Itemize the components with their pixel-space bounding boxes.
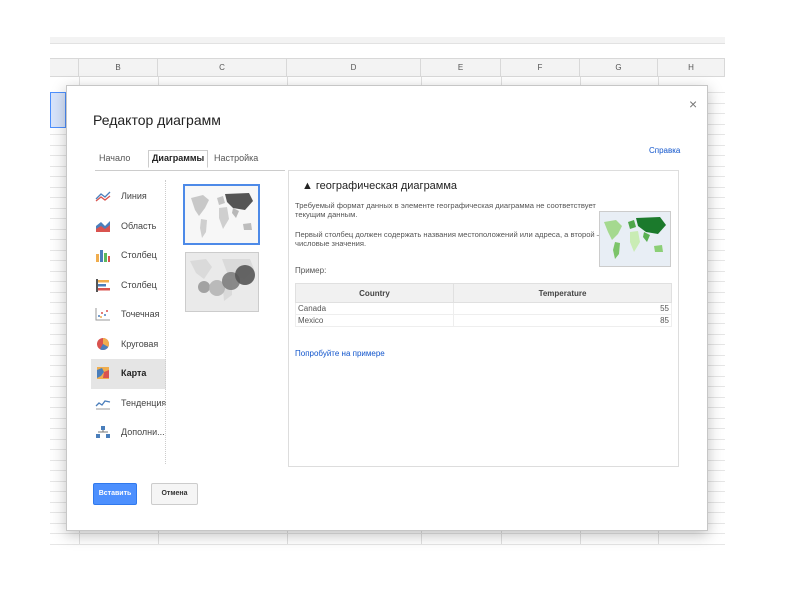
column-header-e[interactable]: E [421, 58, 501, 77]
chart-type-more[interactable]: Дополни... [91, 418, 169, 448]
tab-start[interactable]: Начало [99, 153, 130, 163]
chart-type-map[interactable]: Карта [91, 359, 166, 389]
column-header-c[interactable]: C [158, 58, 287, 77]
table-row: Canada 55 [295, 302, 672, 315]
world-map-thumbnail-icon [185, 186, 258, 243]
table-cell-temperature: 85 [453, 314, 672, 327]
grid-row-line [50, 544, 725, 545]
tab-customize[interactable]: Настройка [214, 153, 258, 163]
chart-type-pie[interactable]: Круговая [91, 330, 169, 360]
bubble-map-thumbnail-icon [186, 253, 258, 311]
chart-type-area[interactable]: Область [91, 212, 169, 242]
example-label: Пример: [295, 266, 327, 275]
column-header-b[interactable]: B [79, 58, 158, 77]
green-world-map-icon [600, 212, 670, 266]
insert-button[interactable]: Вставить [93, 483, 137, 505]
column-header-h[interactable]: H [658, 58, 725, 77]
selected-cell-range[interactable] [50, 92, 66, 128]
chart-type-line[interactable]: Линия [91, 182, 169, 212]
help-link[interactable]: Справка [649, 146, 680, 155]
chart-type-column[interactable]: Столбец [91, 241, 169, 271]
chart-type-bar[interactable]: Столбец [91, 271, 169, 301]
chart-editor-dialog: × Редактор диаграмм Справка Начало Диагр… [66, 85, 708, 531]
column-chart-icon [96, 250, 110, 262]
table-row: Mexico 85 [295, 314, 672, 327]
cancel-button[interactable]: Отмена [151, 483, 198, 505]
dialog-title: Редактор диаграмм [93, 112, 221, 128]
close-icon[interactable]: × [689, 96, 697, 112]
column-header-f[interactable]: F [501, 58, 580, 77]
trend-chart-icon [95, 399, 111, 409]
geo-chart-thumbnail-world[interactable] [183, 184, 260, 245]
geo-chart-preview [599, 211, 671, 267]
geo-chart-thumbnail-markers[interactable] [185, 252, 259, 312]
try-example-link[interactable]: Попробуйте на примере [295, 349, 385, 358]
table-header-country: Country [295, 283, 454, 303]
map-chart-icon [97, 367, 109, 379]
example-table: Country Temperature Canada 55 Mexico 85 [295, 283, 672, 327]
area-chart-icon [96, 220, 110, 232]
panel-heading: ▲ географическая диаграмма [302, 180, 458, 192]
formula-bar-strip [50, 37, 725, 44]
list-divider [165, 180, 166, 464]
chart-type-trend[interactable]: Тенденция [91, 389, 169, 419]
chart-type-scatter[interactable]: Точечная [91, 300, 169, 330]
table-cell-temperature: 55 [453, 302, 672, 315]
table-cell-country: Canada [295, 302, 454, 315]
chart-type-list: Линия Область Столбец Столбец Точечная К… [91, 182, 169, 448]
bar-chart-icon [96, 278, 110, 292]
column-header-d[interactable]: D [287, 58, 421, 77]
corner-cell[interactable] [50, 58, 79, 77]
more-charts-icon [96, 426, 110, 438]
format-error-message: Требуемый формат данных в элементе геогр… [295, 201, 596, 219]
warning-icon: ▲ [302, 180, 313, 192]
grid-row-line [50, 533, 725, 534]
scatter-chart-icon [95, 308, 110, 321]
tab-charts[interactable]: Диаграммы [148, 150, 209, 168]
line-chart-icon [95, 191, 111, 202]
format-hint-message: Первый столбец должен содержать названия… [295, 230, 602, 248]
column-header-g[interactable]: G [580, 58, 658, 77]
tab-bar: Начало Диаграммы Настройка [95, 150, 285, 171]
chart-message-panel: ▲ географическая диаграмма Требуемый форм… [288, 170, 679, 467]
pie-chart-icon [97, 337, 110, 350]
table-header-temperature: Temperature [453, 283, 672, 303]
table-cell-country: Mexico [295, 314, 454, 327]
